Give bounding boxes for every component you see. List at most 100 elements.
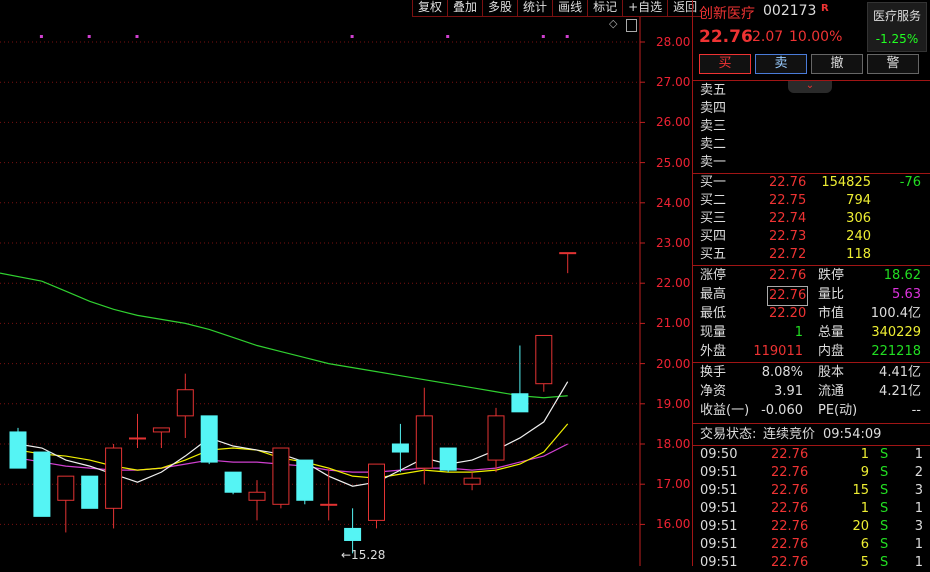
toolbar-overlay-button[interactable]: 叠加 (447, 0, 483, 17)
quote-panel: 创新医疗 002173 R 医疗服务 -1.25% 22.76 2.07 10.… (692, 0, 930, 570)
nav-label: 净资 (700, 384, 727, 399)
signal-marker (87, 35, 91, 38)
candle-body (81, 475, 99, 509)
axis-tick-label: 27.00 (656, 75, 691, 90)
tick-volume: 15 (852, 483, 869, 498)
level-volume: 118 (846, 247, 871, 262)
signal-marker (350, 35, 354, 38)
candle-body (105, 447, 123, 509)
candle-body (9, 431, 27, 469)
outer-label: 外盘 (700, 344, 727, 359)
window-toggle-icon[interactable] (626, 19, 637, 32)
nav-value: 3.91 (774, 384, 803, 399)
stock-name: 创新医疗 (699, 6, 755, 22)
toolbar-add-watchlist-button[interactable]: +自选 (622, 0, 668, 17)
tick-count: 2 (914, 465, 923, 480)
axis-tick-label: 26.00 (656, 115, 691, 130)
toolbar-multistock-button[interactable]: 多股 (482, 0, 518, 17)
candle-body (200, 415, 218, 463)
fund-row-turnover: 换手 8.08% 股本 4.41亿 (693, 364, 930, 382)
buy-level-5: 买五 22.72 118 (693, 246, 930, 264)
vol-ratio-value: 5.63 (892, 287, 921, 302)
level-price: 22.73 (769, 229, 807, 244)
vol-ratio-label: 量比 (818, 287, 845, 302)
buy-button[interactable]: 买 (699, 54, 751, 74)
axis-tick-label: 20.00 (656, 356, 691, 371)
candle (463, 472, 481, 491)
signal-marker (446, 35, 450, 38)
limit-down-value: 18.62 (883, 268, 921, 283)
sector-badge[interactable]: 医疗服务 -1.25% (867, 2, 927, 52)
candle (559, 252, 577, 274)
axis-tick-label: 16.00 (656, 517, 691, 532)
candle-body (296, 459, 314, 501)
tick-time: 09:51 (700, 465, 738, 480)
diamond-icon[interactable]: ◇ (609, 17, 617, 30)
level-label: 卖一 (700, 155, 727, 170)
sell-level-5: 卖五 (693, 82, 930, 100)
candle-body (415, 415, 433, 469)
quote-row-outer-inner: 外盘 119011 内盘 221218 (693, 343, 930, 361)
sell-level-3: 卖三 (693, 118, 930, 136)
fund-row-eps: 收益(一) -0.060 PE(动) -- (693, 402, 930, 420)
candle (391, 423, 409, 473)
signal-marker (39, 35, 43, 38)
candle-body (176, 389, 194, 417)
level-delta: -76 (899, 175, 921, 190)
kline-chart[interactable] (0, 0, 692, 566)
tick-count: 1 (914, 555, 923, 570)
tick-price: 22.76 (771, 519, 809, 534)
level-label: 买二 (700, 193, 727, 208)
sector-name: 医疗服务 (872, 9, 921, 23)
equity-value: 4.41亿 (879, 365, 921, 380)
quote-row-limits: 涨停 22.76 跌停 18.62 (693, 267, 930, 285)
price-change: 2.07 (752, 29, 784, 45)
toolbar-stats-button[interactable]: 统计 (517, 0, 553, 17)
alert-button[interactable]: 警 (867, 54, 919, 74)
candle (200, 415, 218, 465)
candle-body (248, 491, 266, 501)
candle (152, 427, 170, 449)
candle (415, 387, 433, 485)
low-price-label: ←15.28 (341, 548, 386, 562)
axis-tick-label: 17.00 (656, 477, 691, 492)
tick-volume: 1 (860, 447, 869, 462)
candle-body (368, 463, 385, 521)
sell-button[interactable]: 卖 (755, 54, 807, 74)
candle (33, 451, 51, 517)
tick-volume: 6 (860, 537, 869, 552)
cancel-order-button[interactable]: 撤 (811, 54, 863, 74)
candle (296, 459, 314, 505)
candle (439, 447, 457, 473)
candle-body (33, 451, 51, 517)
mktcap-label: 市值 (818, 306, 845, 321)
trade-buttons: 买 卖 撤 警 (699, 54, 919, 74)
tick-count: 1 (914, 447, 923, 462)
candle (535, 334, 553, 392)
tick-time: 09:51 (700, 537, 738, 552)
tick-side: S (880, 447, 889, 462)
candle-body (439, 447, 457, 471)
fund-row-nav: 净资 3.91 流通 4.21亿 (693, 383, 930, 401)
axis-tick-label: 19.00 (656, 396, 691, 411)
status-label: 交易状态: (700, 427, 757, 442)
toolbar-fuquan-button[interactable]: 复权 (412, 0, 448, 17)
candle-body (463, 477, 481, 485)
candle (176, 373, 194, 438)
total-vol-value: 340229 (871, 325, 921, 340)
tick-price: 22.76 (771, 501, 809, 516)
limit-up-value: 22.76 (769, 268, 807, 283)
last-vol-value: 1 (794, 325, 803, 340)
tick-count: 1 (914, 501, 923, 516)
candle-body (344, 527, 362, 541)
turnover-value: 8.08% (761, 365, 803, 380)
mktcap-value: 100.4亿 (870, 306, 921, 321)
candle-body (224, 471, 242, 493)
toolbar-mark-button[interactable]: 标记 (587, 0, 623, 17)
tick-row: 09:51 22.76 15 S 3 (693, 482, 930, 500)
float-label: 流通 (818, 384, 845, 399)
tick-price: 22.76 (771, 483, 809, 498)
tick-price: 22.76 (771, 537, 809, 552)
toolbar-draw-button[interactable]: 画线 (552, 0, 588, 17)
level-volume: 794 (846, 193, 871, 208)
